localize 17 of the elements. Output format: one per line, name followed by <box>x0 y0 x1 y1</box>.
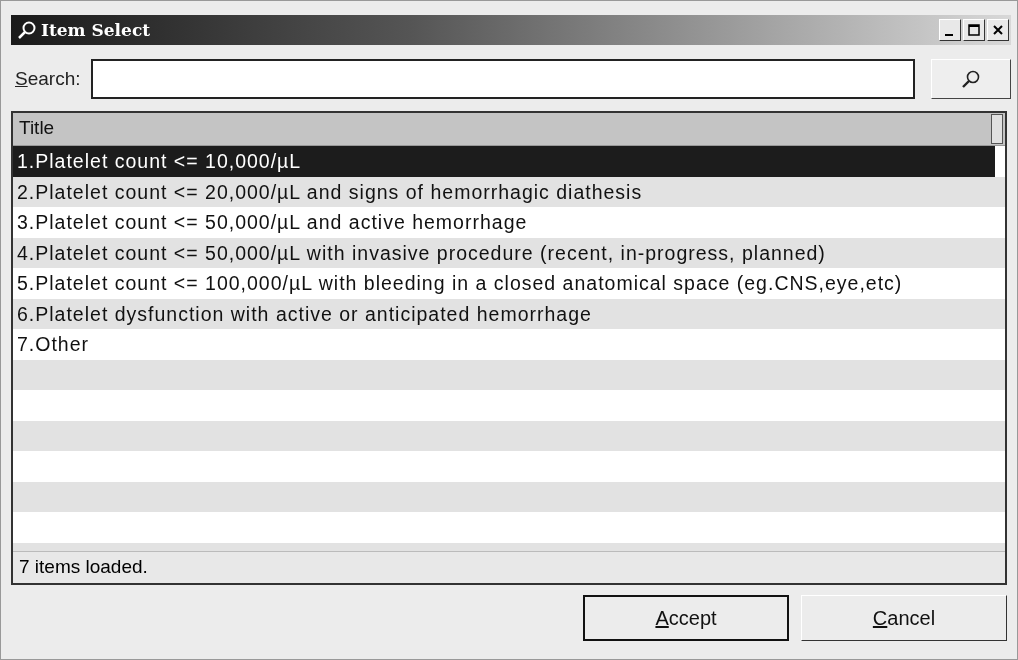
accept-button[interactable]: Accept <box>583 595 789 641</box>
window-title: Item Select <box>41 20 152 40</box>
close-icon <box>991 23 1005 37</box>
search-icon <box>17 20 37 40</box>
list-row[interactable]: 1.Platelet count <= 10,000/µL <box>13 146 995 177</box>
maximize-button[interactable] <box>963 19 985 41</box>
cancel-button[interactable]: Cancel <box>801 595 1007 641</box>
maximize-icon <box>967 23 981 37</box>
search-button[interactable] <box>931 59 1011 99</box>
close-button[interactable] <box>987 19 1009 41</box>
search-icon <box>961 69 981 89</box>
scrollbar-stub <box>991 114 1003 144</box>
status-text: 7 items loaded. <box>13 551 1005 583</box>
minimize-icon <box>944 33 953 36</box>
minimize-button[interactable] <box>939 19 961 41</box>
search-label: Search: <box>15 68 81 90</box>
search-field[interactable] <box>90 59 915 99</box>
